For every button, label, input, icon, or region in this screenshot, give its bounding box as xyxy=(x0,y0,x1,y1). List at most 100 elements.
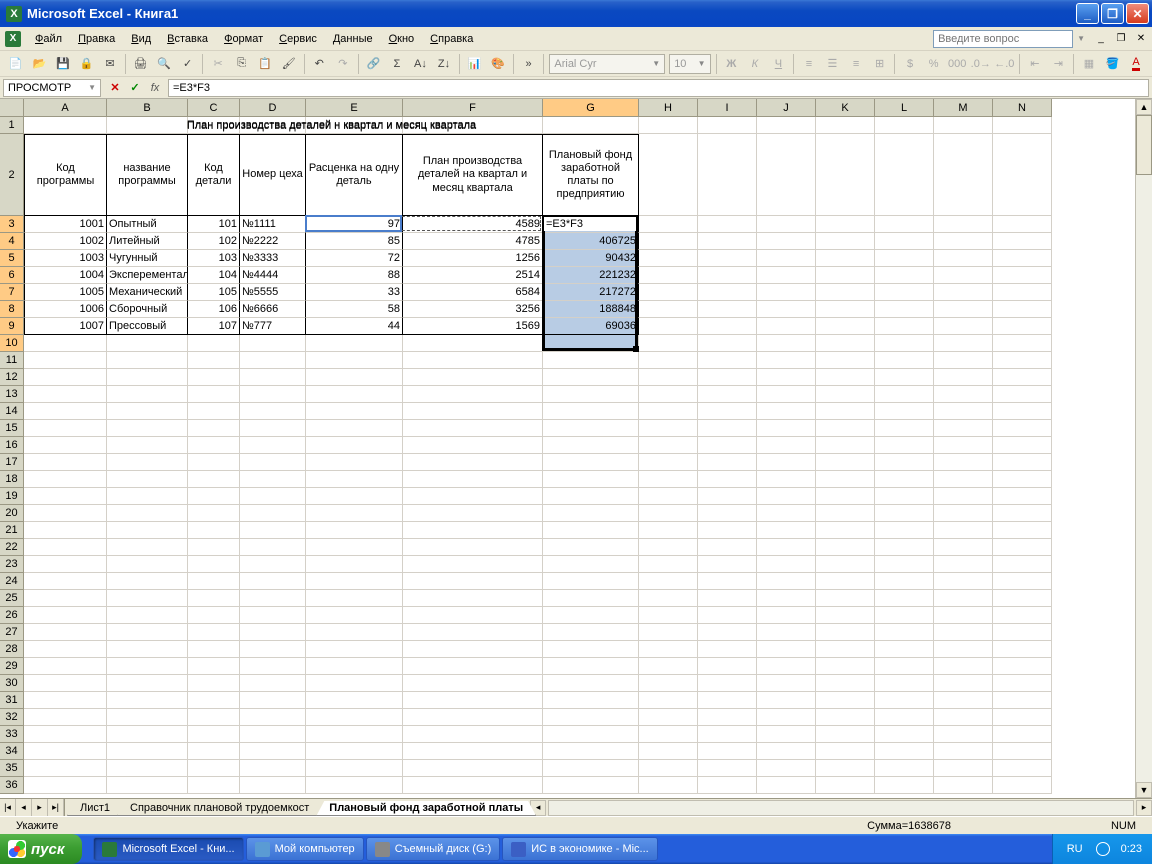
cell-A11[interactable] xyxy=(24,352,107,369)
row-header-13[interactable]: 13 xyxy=(0,386,24,403)
cell-H11[interactable] xyxy=(639,352,698,369)
row-header-35[interactable]: 35 xyxy=(0,760,24,777)
cell-I4[interactable] xyxy=(698,233,757,250)
row-header-16[interactable]: 16 xyxy=(0,437,24,454)
row-header-1[interactable]: 1 xyxy=(0,117,24,134)
cell-A3[interactable]: 1001 xyxy=(24,216,107,233)
cell-E29[interactable] xyxy=(306,658,403,675)
cell-L27[interactable] xyxy=(875,624,934,641)
cell-M16[interactable] xyxy=(934,437,993,454)
cell-E36[interactable] xyxy=(306,777,403,794)
cell-H19[interactable] xyxy=(639,488,698,505)
cell-M12[interactable] xyxy=(934,369,993,386)
cell-M35[interactable] xyxy=(934,760,993,777)
name-box[interactable]: ПРОСМОТР▼ xyxy=(3,79,101,97)
col-header-D[interactable]: D xyxy=(240,99,306,117)
font-size-selector[interactable]: 10▼ xyxy=(669,54,710,74)
row-header-9[interactable]: 9 xyxy=(0,318,24,335)
cell-J8[interactable] xyxy=(757,301,816,318)
cell-A6[interactable]: 1004 xyxy=(24,267,107,284)
cell-J22[interactable] xyxy=(757,539,816,556)
cell-J12[interactable] xyxy=(757,369,816,386)
cell-A12[interactable] xyxy=(24,369,107,386)
cell-J17[interactable] xyxy=(757,454,816,471)
paste-button[interactable]: 📋 xyxy=(254,53,276,75)
cell-K17[interactable] xyxy=(816,454,875,471)
cell-A27[interactable] xyxy=(24,624,107,641)
cell-D6[interactable]: №4444 xyxy=(240,267,306,284)
cell-G33[interactable] xyxy=(543,726,639,743)
menu-вставка[interactable]: Вставка xyxy=(159,30,216,48)
cell-J11[interactable] xyxy=(757,352,816,369)
cell-E24[interactable] xyxy=(306,573,403,590)
cell-E19[interactable] xyxy=(306,488,403,505)
increase-indent-button[interactable]: ⇥ xyxy=(1048,53,1070,75)
cell-B36[interactable] xyxy=(107,777,188,794)
row-header-27[interactable]: 27 xyxy=(0,624,24,641)
cell-B2[interactable]: название программы xyxy=(107,134,188,216)
cell-C27[interactable] xyxy=(188,624,240,641)
cell-J35[interactable] xyxy=(757,760,816,777)
cell-A19[interactable] xyxy=(24,488,107,505)
doc-restore-button[interactable]: ❐ xyxy=(1113,31,1129,46)
cells-grid[interactable]: План производства деталей н квартал и ме… xyxy=(24,117,1052,794)
col-header-A[interactable]: A xyxy=(24,99,107,117)
cell-M13[interactable] xyxy=(934,386,993,403)
cell-D34[interactable] xyxy=(240,743,306,760)
cell-D20[interactable] xyxy=(240,505,306,522)
cell-H32[interactable] xyxy=(639,709,698,726)
cell-E3[interactable]: 97 xyxy=(306,216,403,233)
cell-B34[interactable] xyxy=(107,743,188,760)
cell-I25[interactable] xyxy=(698,590,757,607)
cell-G31[interactable] xyxy=(543,692,639,709)
cell-H25[interactable] xyxy=(639,590,698,607)
cell-I35[interactable] xyxy=(698,760,757,777)
start-button[interactable]: пуск xyxy=(0,834,82,864)
cell-C20[interactable] xyxy=(188,505,240,522)
cell-I20[interactable] xyxy=(698,505,757,522)
cell-J2[interactable] xyxy=(757,134,816,216)
cell-M22[interactable] xyxy=(934,539,993,556)
email-button[interactable]: ✉ xyxy=(99,53,121,75)
tab-last-button[interactable]: ▸| xyxy=(48,799,64,816)
font-selector[interactable]: Arial Cyr▼ xyxy=(549,54,665,74)
cell-H14[interactable] xyxy=(639,403,698,420)
cell-G18[interactable] xyxy=(543,471,639,488)
sort-desc-button[interactable]: Z↓ xyxy=(433,53,455,75)
row-header-5[interactable]: 5 xyxy=(0,250,24,267)
cell-D28[interactable] xyxy=(240,641,306,658)
cell-K36[interactable] xyxy=(816,777,875,794)
row-header-17[interactable]: 17 xyxy=(0,454,24,471)
cell-G36[interactable] xyxy=(543,777,639,794)
cell-A8[interactable]: 1006 xyxy=(24,301,107,318)
menu-файл[interactable]: Файл xyxy=(27,30,70,48)
cell-G22[interactable] xyxy=(543,539,639,556)
cell-B18[interactable] xyxy=(107,471,188,488)
sheet-tab-2[interactable]: Плановый фонд заработной платы xyxy=(316,801,536,816)
cell-F33[interactable] xyxy=(403,726,543,743)
cell-C35[interactable] xyxy=(188,760,240,777)
cell-A20[interactable] xyxy=(24,505,107,522)
cell-H1[interactable] xyxy=(639,117,698,134)
cell-L29[interactable] xyxy=(875,658,934,675)
cell-F34[interactable] xyxy=(403,743,543,760)
cell-A26[interactable] xyxy=(24,607,107,624)
cell-I11[interactable] xyxy=(698,352,757,369)
cell-C28[interactable] xyxy=(188,641,240,658)
cell-H33[interactable] xyxy=(639,726,698,743)
cell-I3[interactable] xyxy=(698,216,757,233)
cell-E20[interactable] xyxy=(306,505,403,522)
cell-F4[interactable]: 4785 xyxy=(403,233,543,250)
cell-I15[interactable] xyxy=(698,420,757,437)
cell-N4[interactable] xyxy=(993,233,1052,250)
align-center-button[interactable]: ☰ xyxy=(822,53,844,75)
taskbar-button-1[interactable]: Мой компьютер xyxy=(246,837,364,861)
cell-M24[interactable] xyxy=(934,573,993,590)
cell-E17[interactable] xyxy=(306,454,403,471)
cell-M15[interactable] xyxy=(934,420,993,437)
cell-E21[interactable] xyxy=(306,522,403,539)
row-header-28[interactable]: 28 xyxy=(0,641,24,658)
cell-E15[interactable] xyxy=(306,420,403,437)
cell-D27[interactable] xyxy=(240,624,306,641)
cell-K21[interactable] xyxy=(816,522,875,539)
